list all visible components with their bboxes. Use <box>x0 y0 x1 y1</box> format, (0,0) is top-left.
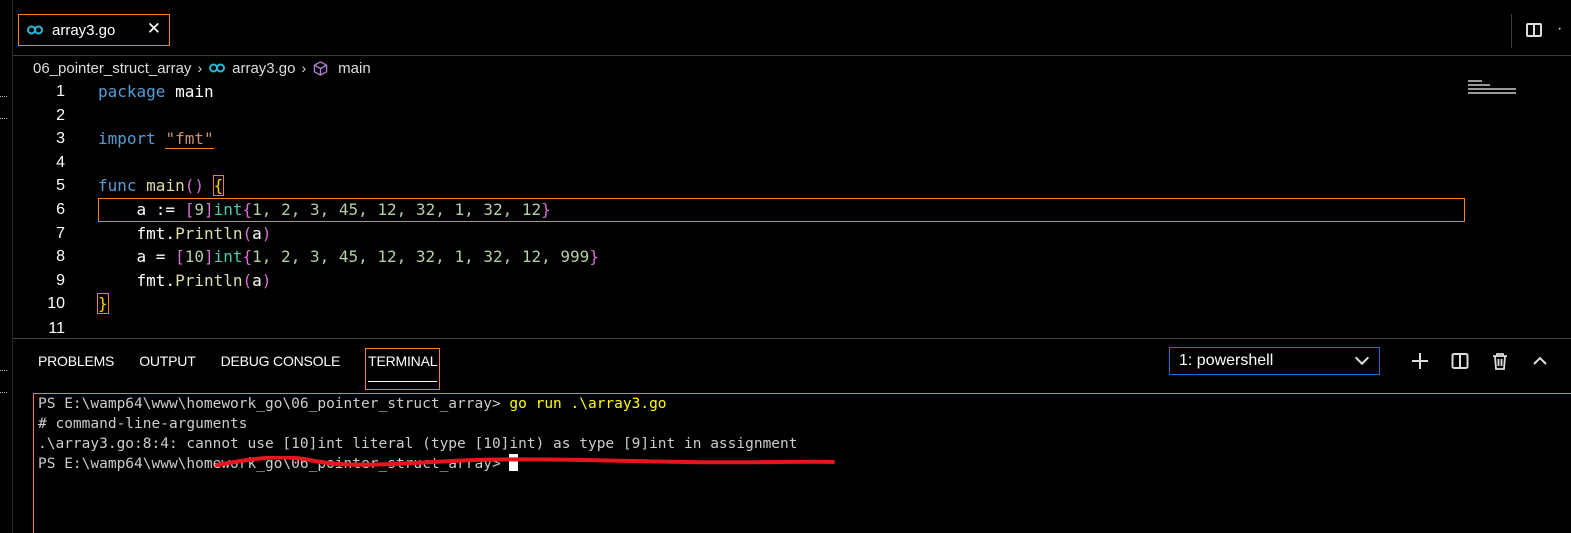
strip-marker <box>0 370 7 372</box>
terminal-prompt: PS E:\wamp64\www\homework_go\06_pointer_… <box>38 396 510 412</box>
line-number: 8 <box>56 248 65 265</box>
split-terminal-icon[interactable] <box>1440 349 1480 373</box>
tab-terminal-label: TERMINAL <box>368 351 437 382</box>
type-name: int <box>213 247 243 266</box>
terminal-command: go run .\array3.go <box>509 396 667 412</box>
trash-icon[interactable] <box>1480 349 1520 373</box>
code-line: 10 } <box>13 292 1465 315</box>
bottom-panel: PROBLEMS OUTPUT DEBUG CONSOLE TERMINAL 1… <box>13 338 1571 533</box>
terminal-line: PS E:\wamp64\www\homework_go\06_pointer_… <box>38 454 1571 474</box>
breadcrumb-folder[interactable]: 06_pointer_struct_array <box>33 60 191 77</box>
line-number: 5 <box>56 177 65 194</box>
code-editor[interactable]: 1 package main 2 3 import "fmt" 4 5 func… <box>13 80 1571 338</box>
line-number: 2 <box>56 107 65 124</box>
keyword: package <box>98 82 166 101</box>
tab-problems[interactable]: PROBLEMS <box>38 351 114 390</box>
code-line: 6 a := [9]int{1, 2, 3, 45, 12, 32, 1, 32… <box>13 198 1465 221</box>
terminal-line: # command-line-arguments <box>38 416 248 432</box>
terminal-output[interactable]: PS E:\wamp64\www\homework_go\06_pointer_… <box>33 393 1571 533</box>
string-literal: "fmt" <box>165 129 214 149</box>
code-line: 8 a = [10]int{1, 2, 3, 45, 12, 32, 1, 32… <box>13 245 1465 268</box>
code-text: main <box>165 82 214 101</box>
strip-marker <box>0 96 7 98</box>
chevron-right-icon: › <box>197 60 203 76</box>
line-number: 4 <box>56 154 65 171</box>
tab-debug-console[interactable]: DEBUG CONSOLE <box>221 351 341 390</box>
number-literals: 1, 2, 3, 45, 12, 32, 1, 32, 12, 999 <box>252 247 590 266</box>
strip-marker <box>0 118 7 120</box>
add-terminal-icon[interactable] <box>1400 349 1440 373</box>
terminal-cursor <box>509 454 519 471</box>
go-file-icon <box>27 25 43 35</box>
breadcrumb-file[interactable]: array3.go <box>232 60 295 77</box>
code-line: 7 fmt.Println(a) <box>13 222 1465 245</box>
code-line: 5 func main() { <box>13 174 1465 197</box>
code-line: 11 <box>13 317 1465 340</box>
strip-marker <box>0 392 7 394</box>
line-number: 11 <box>48 320 65 337</box>
code-text: a = <box>136 247 176 266</box>
panel-tabs: PROBLEMS OUTPUT DEBUG CONSOLE TERMINAL <box>38 348 465 390</box>
code-text: a <box>252 224 262 243</box>
tab-array3-go[interactable]: array3.go ✕ <box>18 14 170 46</box>
tab-output[interactable]: OUTPUT <box>139 351 196 390</box>
activity-strip <box>0 0 13 533</box>
code-text: a <box>252 271 262 290</box>
symbol-method-icon <box>313 60 328 76</box>
breadcrumb: 06_pointer_struct_array › array3.go › ma… <box>33 58 371 78</box>
function-name: Println <box>175 271 243 290</box>
panel-actions <box>1400 349 1560 373</box>
terminal-error-line: .\array3.go:8:4: cannot use [10]int lite… <box>38 436 798 452</box>
code-line: 3 import "fmt" <box>13 127 1465 150</box>
code-line: 1 package main <box>13 80 1465 103</box>
code-text: a := <box>136 200 185 219</box>
terminal-select-value: 1: powershell <box>1179 352 1274 369</box>
chevron-up-icon[interactable] <box>1520 349 1560 373</box>
line-number: 3 <box>56 130 65 147</box>
go-file-icon <box>209 63 226 73</box>
minimap[interactable] <box>1468 80 1516 100</box>
function-name: main <box>146 176 185 195</box>
terminal-line: PS E:\wamp64\www\homework_go\06_pointer_… <box>38 394 1571 414</box>
number-literal: 10 <box>184 247 204 266</box>
line-number: 6 <box>56 201 65 218</box>
line-number: 10 <box>47 295 65 312</box>
close-icon[interactable]: ✕ <box>147 19 161 39</box>
number-literals: 1, 2, 3, 45, 12, 32, 1, 32, 12 <box>252 200 542 219</box>
keyword: func <box>98 176 137 195</box>
keyword: import <box>98 129 156 148</box>
type-name: int <box>213 200 243 219</box>
tab-terminal[interactable]: TERMINAL <box>365 348 441 390</box>
code-text: fmt. <box>136 271 176 290</box>
breadcrumb-symbol[interactable]: main <box>338 60 371 77</box>
line-number: 7 <box>56 225 65 242</box>
chevron-down-icon <box>1354 350 1370 366</box>
code-line: 2 <box>13 104 1465 127</box>
more-actions-icon[interactable]: · <box>1557 20 1562 38</box>
code-line: 9 fmt.Println(a) <box>13 269 1465 292</box>
line-number: 9 <box>56 272 65 289</box>
terminal-select[interactable]: 1: powershell <box>1169 347 1380 375</box>
split-editor-icon[interactable] <box>1526 23 1542 37</box>
editor-actions: · <box>1511 14 1571 48</box>
line-number: 1 <box>56 83 65 100</box>
code-text: fmt. <box>136 224 176 243</box>
editor-tab-bar: array3.go ✕ · <box>13 0 1571 56</box>
chevron-right-icon: › <box>301 60 307 76</box>
terminal-prompt: PS E:\wamp64\www\homework_go\06_pointer_… <box>38 456 510 472</box>
number-literal: 9 <box>194 200 204 219</box>
code-line: 4 <box>13 151 1465 174</box>
tab-label: array3.go <box>52 21 116 39</box>
function-name: Println <box>175 224 243 243</box>
